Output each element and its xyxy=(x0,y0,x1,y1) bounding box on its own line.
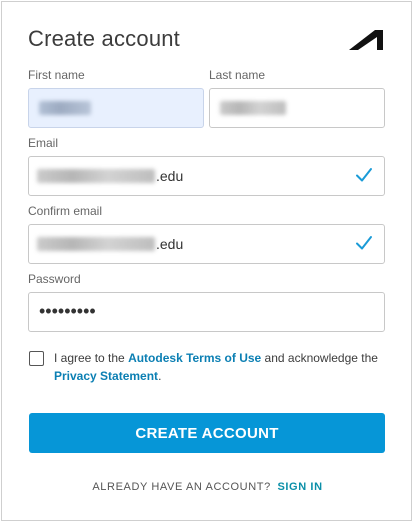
terms-agreement-text: I agree to the Autodesk Terms of Use and… xyxy=(54,349,384,385)
create-account-button[interactable]: CREATE ACCOUNT xyxy=(29,413,385,453)
have-account-text: ALREADY HAVE AN ACCOUNT? xyxy=(92,481,271,493)
password-label: Password xyxy=(28,272,81,286)
autodesk-logo-icon xyxy=(349,30,383,50)
email-input[interactable]: .edu xyxy=(28,156,385,196)
last-name-label: Last name xyxy=(209,68,266,82)
confirm-email-domain-suffix: .edu xyxy=(156,236,184,252)
email-value-redacted xyxy=(37,169,155,183)
sign-in-prompt: ALREADY HAVE AN ACCOUNT? SIGN IN xyxy=(2,481,413,493)
terms-checkbox[interactable] xyxy=(29,351,44,366)
email-domain-suffix: .edu xyxy=(156,168,184,184)
first-name-value-redacted xyxy=(39,101,91,115)
agree-text-after: . xyxy=(158,369,162,383)
page-title: Create account xyxy=(28,26,180,51)
password-masked-value: ••••••••• xyxy=(39,301,96,321)
check-icon xyxy=(356,168,372,182)
password-input[interactable]: ••••••••• xyxy=(28,292,385,332)
last-name-value-redacted xyxy=(220,101,286,115)
agree-text-before: I agree to the xyxy=(54,351,129,365)
last-name-input[interactable] xyxy=(209,88,385,128)
first-name-label: First name xyxy=(28,68,85,82)
agree-text-middle: and acknowledge the xyxy=(261,351,378,365)
email-label: Email xyxy=(28,136,59,150)
confirm-email-input[interactable]: .edu xyxy=(28,224,385,264)
sign-in-link[interactable]: SIGN IN xyxy=(277,481,322,493)
privacy-statement-link[interactable]: Privacy Statement xyxy=(54,369,158,383)
confirm-email-label: Confirm email xyxy=(28,204,103,218)
create-account-card: Create account First name Last name Emai… xyxy=(1,1,412,521)
first-name-input[interactable] xyxy=(28,88,204,128)
terms-of-use-link[interactable]: Autodesk Terms of Use xyxy=(128,351,261,365)
check-icon xyxy=(356,236,372,250)
confirm-email-value-redacted xyxy=(37,237,155,251)
